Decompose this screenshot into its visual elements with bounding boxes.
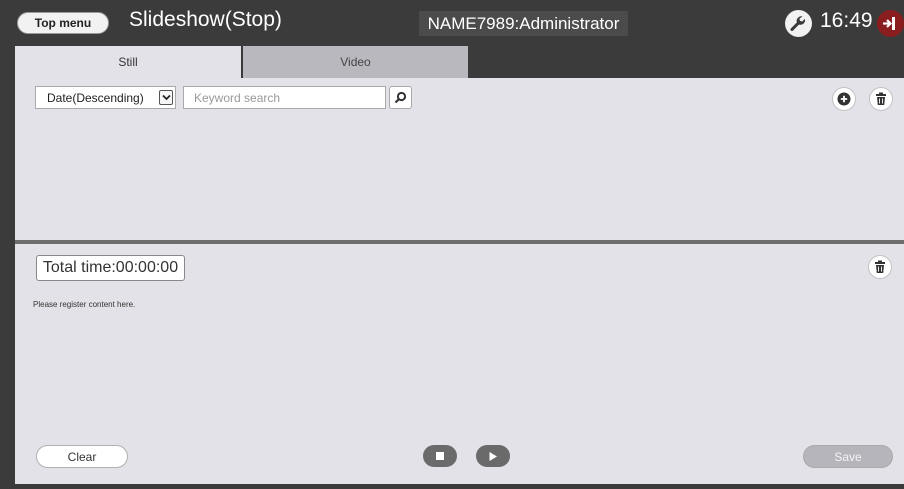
stop-icon [436, 452, 444, 460]
search-icon [394, 91, 407, 104]
wrench-icon [790, 16, 806, 31]
chevron-down-icon [159, 90, 173, 105]
sort-order-select[interactable]: Date(Descending) [35, 86, 176, 109]
delete-playlist-button[interactable] [868, 255, 892, 279]
content-library-panel: Date(Descending) [15, 78, 904, 240]
page-title: Slideshow(Stop) [129, 8, 282, 31]
sort-order-value: Date(Descending) [47, 90, 144, 105]
keyword-search-input[interactable] [183, 86, 386, 109]
add-icon [837, 92, 851, 106]
app-header: Top menu Slideshow(Stop) NAME7989:Admini… [0, 0, 904, 46]
play-icon [489, 451, 497, 461]
user-label: NAME7989:Administrator [419, 11, 628, 36]
tab-video[interactable]: Video [243, 46, 468, 78]
logout-icon [883, 17, 895, 30]
playlist-panel: Total time:00:00:00 Please register cont… [15, 244, 904, 484]
play-button[interactable] [476, 445, 510, 467]
trash-icon [875, 260, 885, 273]
top-menu-button[interactable]: Top menu [17, 12, 109, 34]
total-time: Total time:00:00:00 [36, 255, 185, 281]
stop-button[interactable] [423, 445, 457, 467]
clock: 16:49 [820, 9, 873, 32]
add-content-button[interactable] [832, 87, 856, 111]
settings-button[interactable] [785, 10, 812, 37]
save-button[interactable]: Save [803, 445, 893, 468]
trash-icon [876, 92, 886, 105]
empty-playlist-message: Please register content here. [33, 300, 136, 309]
tab-still[interactable]: Still [15, 46, 241, 78]
clear-button[interactable]: Clear [36, 445, 128, 468]
search-button[interactable] [389, 86, 412, 109]
logout-button[interactable] [877, 10, 904, 37]
delete-content-button[interactable] [869, 87, 893, 111]
